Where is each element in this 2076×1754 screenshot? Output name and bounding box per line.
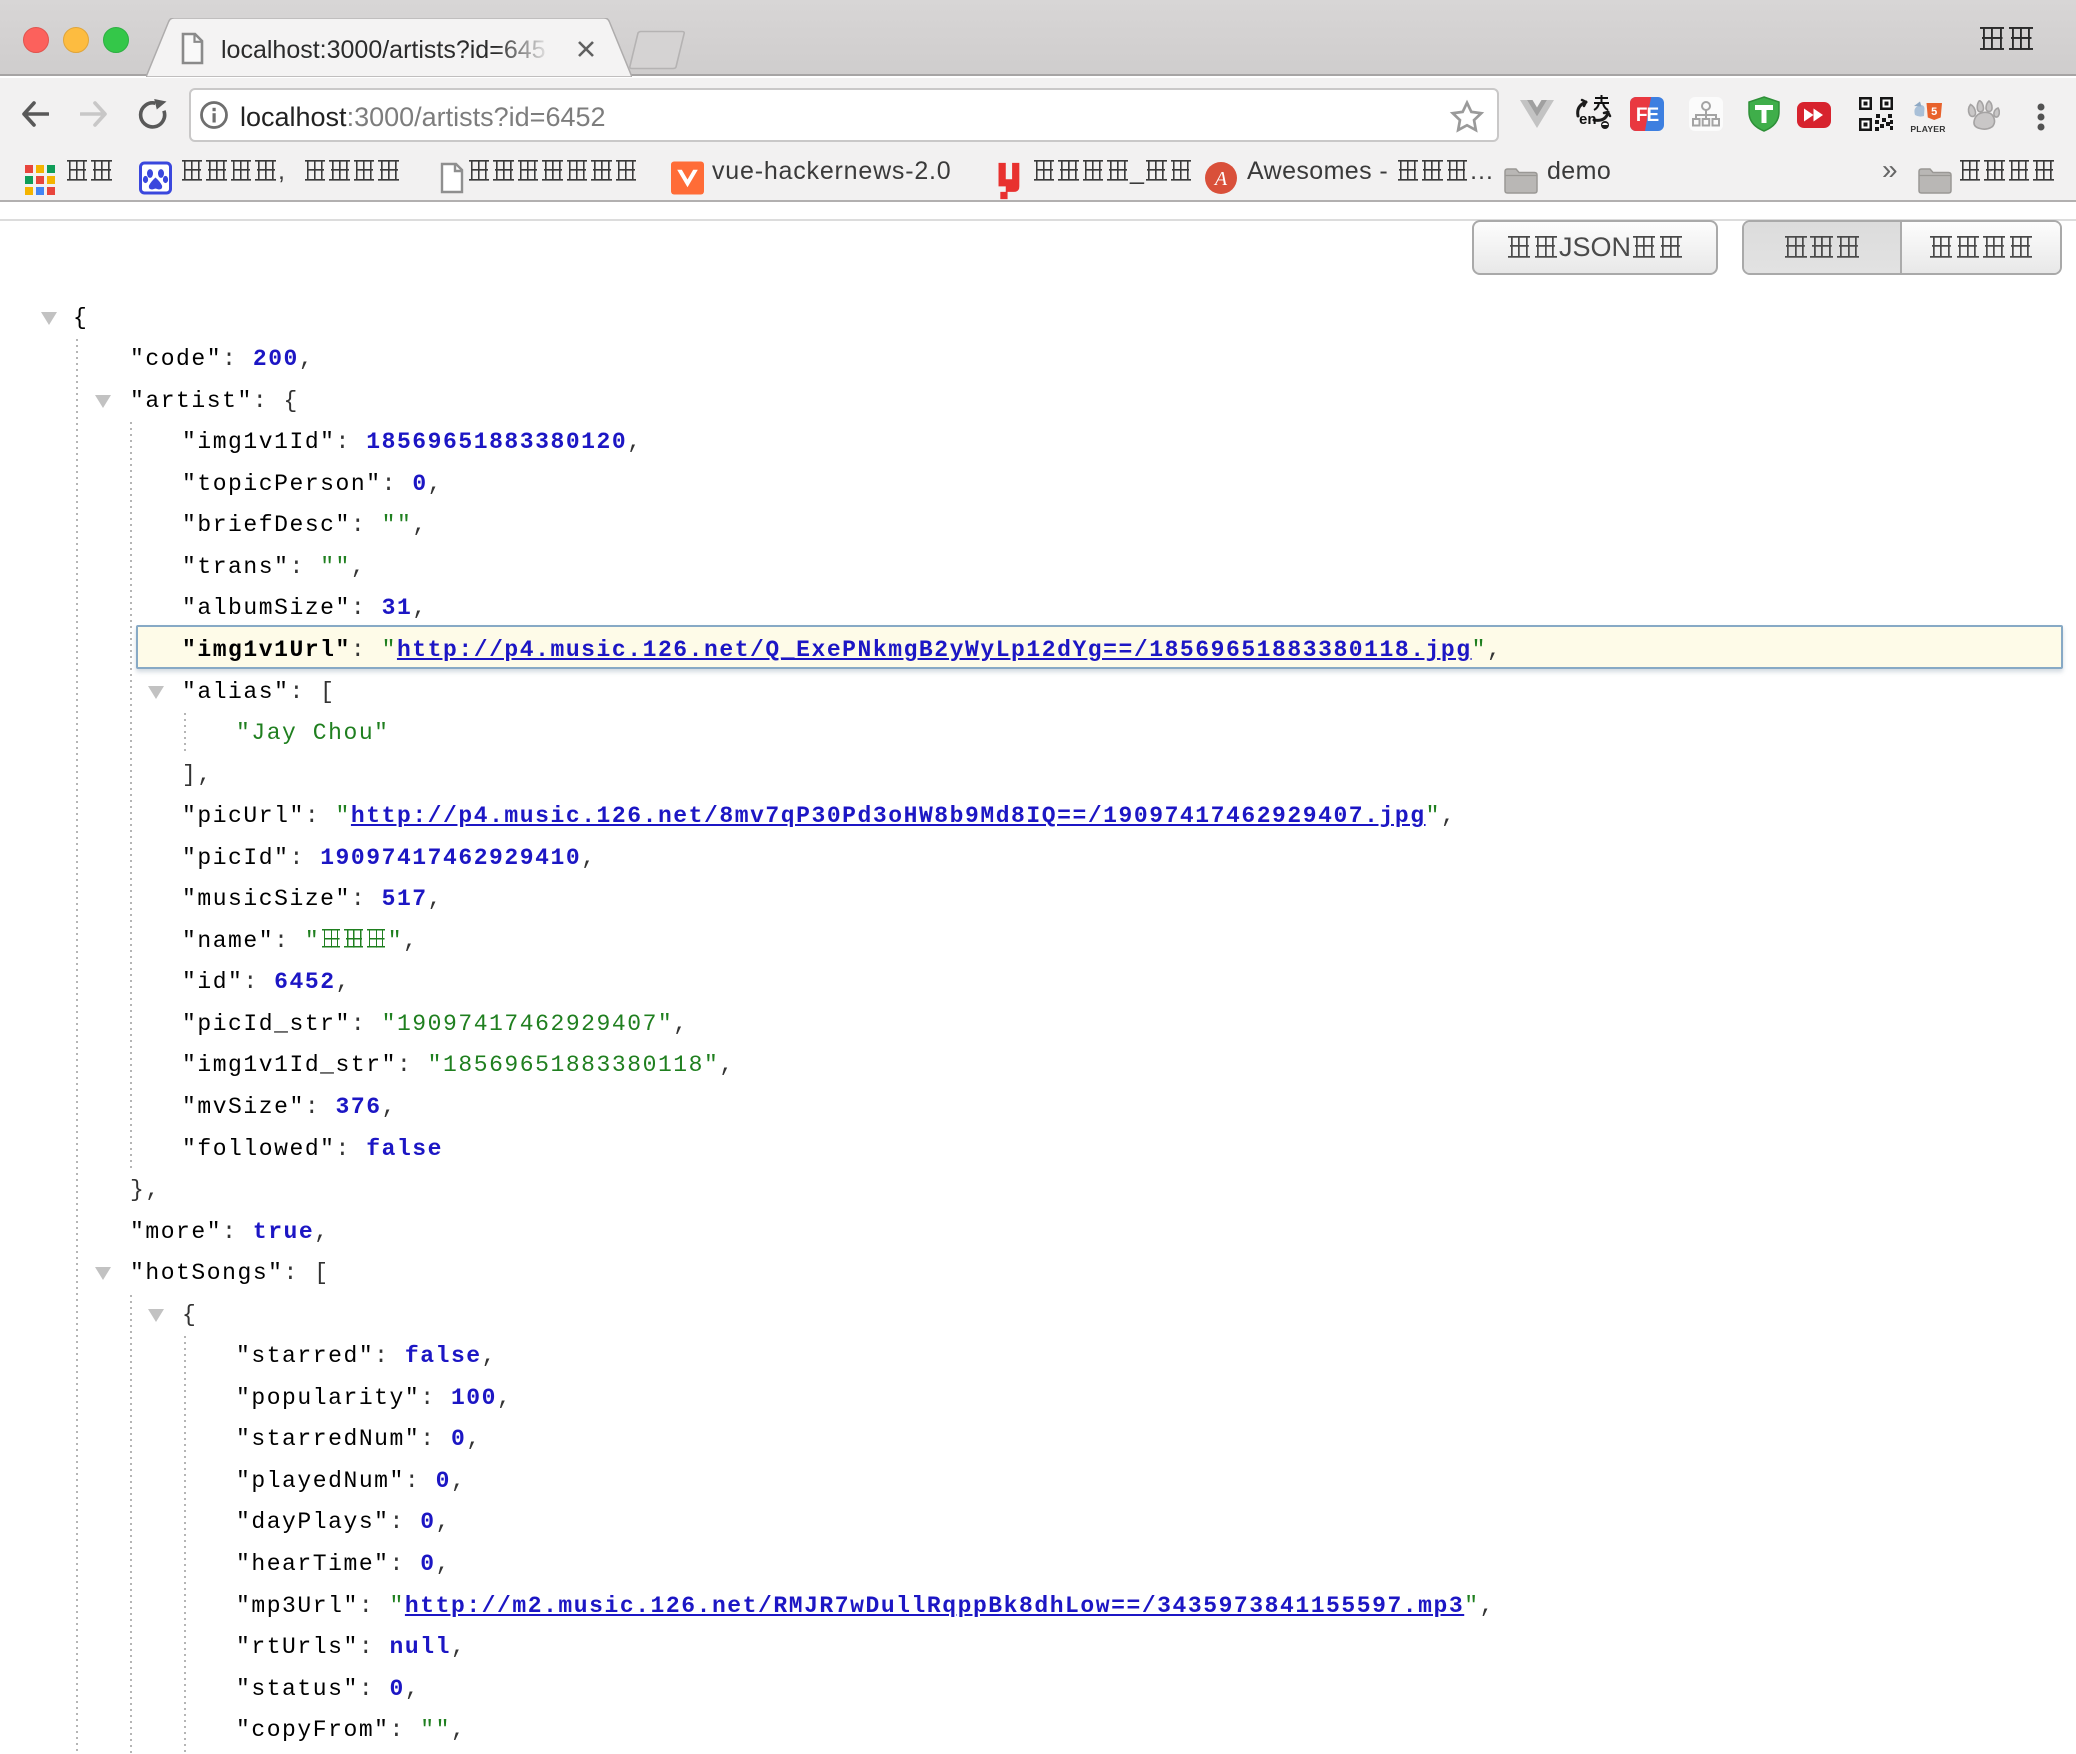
- svg-text:FE: FE: [1636, 105, 1659, 126]
- svg-text:PLAYER: PLAYER: [1910, 124, 1946, 134]
- svg-text:A: A: [1213, 168, 1228, 190]
- svg-text:5: 5: [1931, 106, 1937, 118]
- svg-text:en: en: [1579, 111, 1597, 128]
